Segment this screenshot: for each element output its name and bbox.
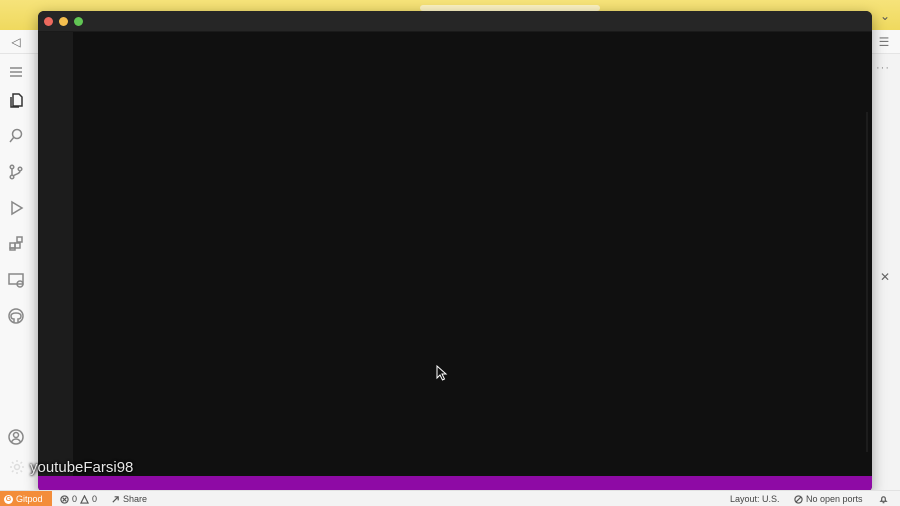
- account-icon[interactable]: [6, 427, 26, 447]
- ports-label: No open ports: [806, 494, 863, 504]
- activity-bar: [0, 54, 34, 490]
- gitpod-label: Gitpod: [16, 494, 43, 504]
- remote-explorer-icon[interactable]: [6, 270, 26, 290]
- terminal-sidebar: [38, 32, 73, 476]
- close-window-button[interactable]: [44, 17, 53, 26]
- search-icon[interactable]: [6, 126, 26, 146]
- terminal-titlebar: [38, 11, 872, 32]
- error-icon: [60, 494, 69, 504]
- mouse-pointer-icon: [436, 365, 448, 381]
- watermark: youtubeFarsi98: [8, 457, 133, 477]
- gitpod-icon: G: [4, 494, 13, 504]
- share-button[interactable]: Share: [111, 491, 147, 506]
- zoom-window-button[interactable]: [74, 17, 83, 26]
- menu-hamburger-icon[interactable]: [6, 62, 26, 82]
- errors-count: 0: [72, 494, 78, 504]
- menu-lines-icon[interactable]: ☰: [876, 34, 892, 50]
- layout-label: Layout: U.S.: [730, 494, 780, 504]
- watermark-text: youtubeFarsi98: [30, 458, 134, 476]
- warnings-count: 0: [92, 494, 98, 504]
- bell-icon: [879, 495, 888, 503]
- minimize-window-button[interactable]: [59, 17, 68, 26]
- close-icon[interactable]: ✕: [880, 270, 890, 284]
- extensions-icon[interactable]: [6, 234, 26, 254]
- share-icon: [112, 495, 119, 503]
- gitpod-button[interactable]: G Gitpod: [0, 491, 52, 506]
- run-debug-icon[interactable]: [6, 198, 26, 218]
- scrollbar[interactable]: [866, 112, 868, 452]
- terminal-area[interactable]: [73, 32, 872, 476]
- terminal-window: [38, 11, 872, 492]
- github-icon[interactable]: [6, 306, 26, 326]
- share-label: Share: [123, 494, 148, 504]
- keyboard-layout[interactable]: Layout: U.S.: [730, 491, 780, 506]
- chevron-down-icon[interactable]: ⌄: [878, 9, 892, 23]
- more-actions-icon[interactable]: ···: [876, 62, 890, 74]
- files-icon[interactable]: [6, 90, 26, 110]
- warning-icon: [80, 494, 90, 504]
- notifications-button[interactable]: [879, 491, 888, 506]
- gear-icon[interactable]: [8, 458, 26, 476]
- no-ports-icon: [794, 494, 803, 504]
- back-arrow-icon[interactable]: ◁: [8, 34, 24, 50]
- source-control-icon[interactable]: [6, 162, 26, 182]
- status-bar: G Gitpod 0 0 Share Layout: U.S. No open …: [0, 490, 900, 506]
- ports-indicator[interactable]: No open ports: [794, 491, 863, 506]
- problems-indicator[interactable]: 0 0: [60, 491, 97, 506]
